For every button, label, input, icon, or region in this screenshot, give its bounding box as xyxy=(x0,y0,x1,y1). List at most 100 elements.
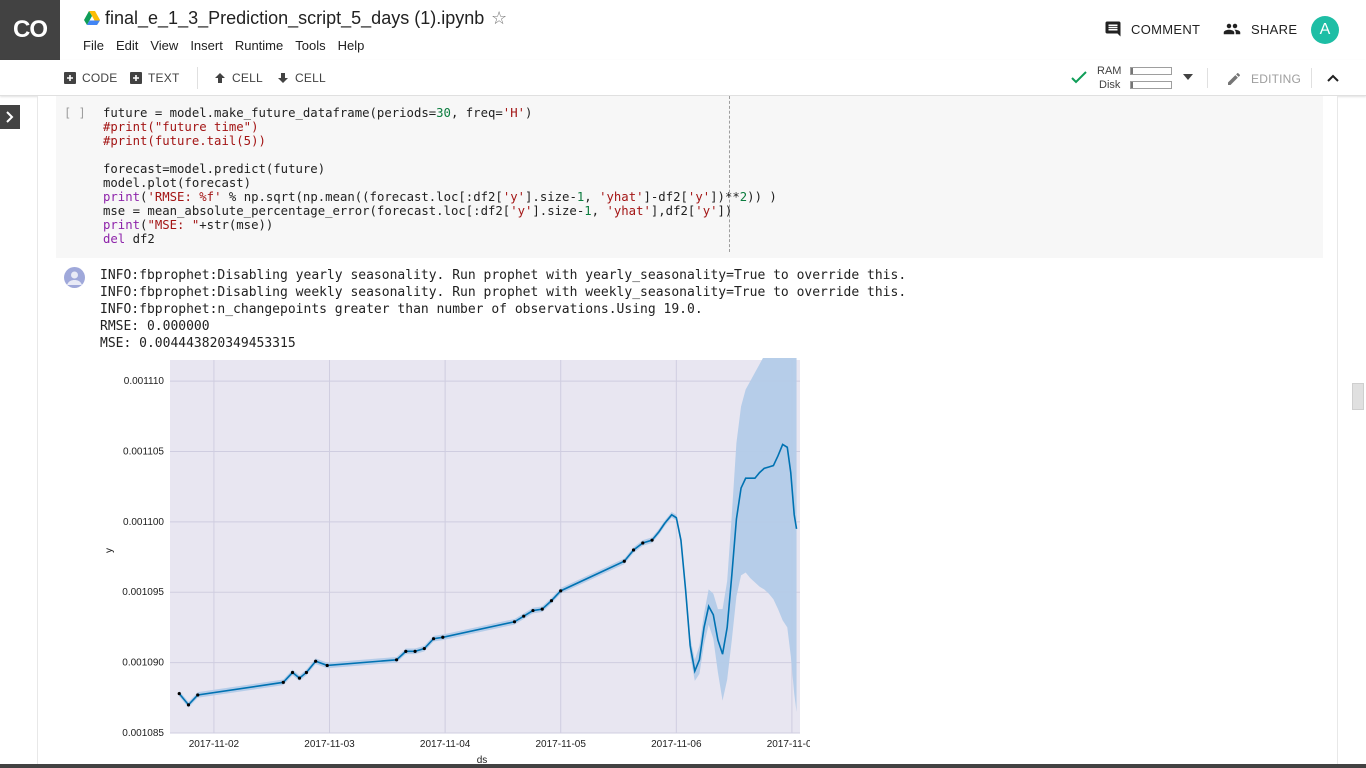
toolbar: CODE TEXT CELL CELL xyxy=(0,60,1366,96)
disk-meter[interactable] xyxy=(1130,81,1172,89)
code-line: #print(future.tail(5)) xyxy=(103,134,266,148)
observed-point xyxy=(281,680,285,684)
code-line: model.plot(forecast) xyxy=(103,176,252,190)
observed-point xyxy=(641,541,645,545)
editing-label: EDITING xyxy=(1251,72,1302,86)
notebook-title[interactable]: final_e_1_3_Prediction_script_5_days (1)… xyxy=(105,8,484,29)
check-icon xyxy=(1071,71,1087,84)
observed-point xyxy=(422,646,426,651)
menu-help[interactable]: Help xyxy=(338,38,365,53)
output-line: INFO:fbprophet:n_changepoints greater th… xyxy=(100,302,703,317)
arrow-down-icon xyxy=(278,73,288,83)
output-line: MSE: 0.004443820349453315 xyxy=(100,336,296,351)
cell-output: INFO:fbprophet:Disabling yearly seasonal… xyxy=(100,267,906,352)
cell-up-label: CELL xyxy=(232,71,263,85)
observed-point xyxy=(297,676,302,680)
chevron-up-icon[interactable] xyxy=(1326,71,1340,85)
y-tick-label: 0.001085 xyxy=(122,728,164,739)
app-header: CO final_e_1_3_Prediction_script_5_days … xyxy=(0,0,1366,60)
code-line: print('RMSE: %f' % np.sqrt(np.mean((fore… xyxy=(103,190,777,204)
move-cell-up-button[interactable]: CELL xyxy=(214,71,263,85)
observed-point xyxy=(522,614,526,618)
observed-point xyxy=(314,659,318,663)
code-label: CODE xyxy=(82,71,118,85)
move-cell-down-button[interactable]: CELL xyxy=(277,71,326,85)
editing-mode-button[interactable]: EDITING xyxy=(1226,71,1301,87)
add-code-button[interactable]: CODE xyxy=(64,71,117,85)
x-tick-label: 2017-11-07 xyxy=(767,739,810,750)
avatar[interactable]: A xyxy=(1311,16,1339,44)
menu-tools[interactable]: Tools xyxy=(295,38,325,53)
run-cell-button[interactable]: [ ] xyxy=(64,106,86,120)
code-line: ​ xyxy=(103,148,777,162)
observed-point xyxy=(540,607,544,611)
code-editor[interactable]: future = model.make_future_dataframe(per… xyxy=(103,106,777,246)
menu-insert[interactable]: Insert xyxy=(190,38,223,53)
colab-logo[interactable]: CO xyxy=(0,0,60,60)
x-tick-label: 2017-11-04 xyxy=(420,739,471,750)
output-avatar-icon xyxy=(64,267,85,288)
toolbar-divider xyxy=(1207,68,1208,88)
observed-point xyxy=(325,663,329,668)
y-axis-label: y xyxy=(104,548,115,553)
y-tick-label: 0.001105 xyxy=(123,446,164,457)
observed-point xyxy=(441,635,445,639)
output-line: RMSE: 0.000000 xyxy=(100,319,210,334)
observed-point xyxy=(512,620,517,624)
bottom-bar xyxy=(0,764,1366,768)
toolbar-divider xyxy=(197,67,198,89)
add-text-button[interactable]: TEXT xyxy=(130,71,179,85)
output-line: INFO:fbprophet:Disabling yearly seasonal… xyxy=(100,268,907,283)
disk-label: Disk xyxy=(1099,79,1121,91)
observed-point xyxy=(622,559,626,563)
sidebar-toggle[interactable] xyxy=(0,105,20,129)
observed-point xyxy=(413,649,417,653)
comment-label: COMMENT xyxy=(1131,21,1201,37)
ram-meter[interactable] xyxy=(1130,67,1172,75)
x-tick-label: 2017-11-05 xyxy=(536,739,587,750)
output-line: INFO:fbprophet:Disabling weekly seasonal… xyxy=(100,285,907,300)
observed-point xyxy=(549,599,554,603)
plot-background xyxy=(170,360,800,733)
y-tick-label: 0.001100 xyxy=(123,517,164,528)
observed-point xyxy=(394,658,399,662)
comment-icon xyxy=(1105,21,1121,37)
menu-edit[interactable]: Edit xyxy=(116,38,138,53)
star-icon[interactable]: ☆ xyxy=(491,8,507,29)
ram-label: RAM xyxy=(1097,65,1122,77)
forecast-plot: 0.001085 0.001090 0.001095 0.001100 0.001105… xyxy=(104,358,810,763)
add-box-icon xyxy=(64,72,76,84)
x-tick-label: 2017-11-02 xyxy=(189,739,240,750)
observed-point xyxy=(290,670,295,675)
dropdown-arrow-icon[interactable] xyxy=(1183,74,1193,80)
y-tick-label: 0.001110 xyxy=(124,376,165,387)
code-line: #print("future time") xyxy=(103,120,259,134)
observed-point xyxy=(186,703,191,707)
scrollbar-thumb[interactable] xyxy=(1352,383,1364,410)
observed-point xyxy=(196,693,200,697)
people-icon xyxy=(1223,23,1241,35)
code-line: forecast=model.predict(future) xyxy=(103,162,326,176)
x-tick-label: 2017-11-06 xyxy=(651,739,702,750)
chevron-right-icon xyxy=(6,111,14,123)
observed-point xyxy=(404,649,408,653)
arrow-up-icon xyxy=(215,73,225,83)
menu-runtime[interactable]: Runtime xyxy=(235,38,283,53)
y-tick-label: 0.001090 xyxy=(122,658,164,669)
observed-point xyxy=(177,691,181,696)
y-tick-label: 0.001095 xyxy=(122,587,164,598)
text-label: TEXT xyxy=(148,71,180,85)
observed-point xyxy=(559,589,563,593)
observed-point xyxy=(431,637,436,641)
x-axis-label: ds xyxy=(477,755,488,763)
share-label: SHARE xyxy=(1251,21,1298,37)
pencil-icon xyxy=(1228,72,1241,85)
menu-file[interactable]: File xyxy=(83,38,104,53)
code-line: mse = mean_absolute_percentage_error(for… xyxy=(103,204,733,218)
comment-button[interactable]: COMMENT xyxy=(1104,20,1200,38)
code-line: future = model.make_future_dataframe(per… xyxy=(103,106,533,120)
x-tick-label: 2017-11-03 xyxy=(304,739,355,750)
code-line: print("MSE: "+str(mse)) xyxy=(103,218,274,232)
share-button[interactable]: SHARE xyxy=(1222,20,1297,38)
menu-view[interactable]: View xyxy=(150,38,178,53)
